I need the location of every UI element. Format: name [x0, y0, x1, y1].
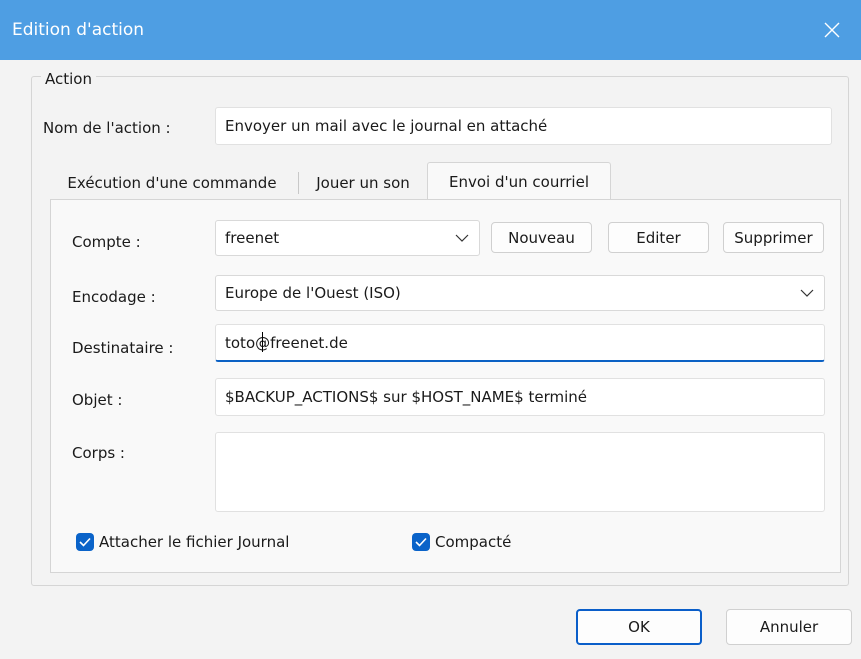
tab-command-label: Exécution d'une commande [67, 173, 277, 192]
dialog-body: Action Nom de l'action : Envoyer un mail… [0, 60, 861, 659]
new-account-button[interactable]: Nouveau [491, 222, 592, 253]
attach-log-label: Attacher le fichier Journal [99, 533, 290, 551]
account-select[interactable]: freenet [215, 220, 480, 256]
compressed-label: Compacté [435, 533, 512, 551]
attach-log-checkbox[interactable]: Attacher le fichier Journal [76, 533, 289, 551]
subject-input[interactable]: $BACKUP_ACTIONS$ sur $HOST_NAME$ terminé [215, 378, 825, 416]
delete-account-button[interactable]: Supprimer [723, 222, 824, 253]
encoding-select[interactable]: Europe de l'Ouest (ISO) [215, 275, 825, 311]
chevron-down-icon [455, 234, 469, 242]
action-group-legend: Action [41, 70, 96, 88]
cancel-button[interactable]: Annuler [726, 609, 852, 645]
title-bar: Edition d'action [0, 0, 861, 60]
checkmark-icon [415, 537, 427, 547]
tab-command[interactable]: Exécution d'une commande [52, 166, 292, 199]
window-title: Edition d'action [12, 20, 145, 40]
close-button[interactable] [803, 0, 861, 60]
tab-email[interactable]: Envoi d'un courriel [427, 162, 611, 200]
body-textarea[interactable] [215, 432, 825, 512]
tab-separator [298, 172, 299, 194]
tab-sound[interactable]: Jouer un son [302, 166, 424, 199]
recipient-value: toto@freenet.de [225, 333, 348, 352]
ok-button[interactable]: OK [576, 609, 702, 645]
recipient-label: Destinataire : [72, 339, 174, 357]
body-label: Corps : [72, 444, 125, 462]
recipient-input[interactable]: toto@freenet.de [215, 324, 825, 362]
subject-value: $BACKUP_ACTIONS$ sur $HOST_NAME$ terminé [225, 388, 587, 406]
checkmark-icon [79, 537, 91, 547]
ok-button-label: OK [628, 618, 650, 636]
delete-account-button-label: Supprimer [734, 228, 813, 247]
action-name-label: Nom de l'action : [43, 119, 171, 137]
new-account-button-label: Nouveau [508, 228, 575, 247]
account-value: freenet [225, 229, 280, 247]
encoding-value: Europe de l'Ouest (ISO) [225, 284, 401, 302]
tab-sound-label: Jouer un son [316, 173, 410, 192]
action-name-input[interactable]: Envoyer un mail avec le journal en attac… [215, 107, 832, 145]
subject-label: Objet : [72, 391, 123, 409]
edit-account-button-label: Editer [636, 228, 681, 247]
chevron-down-icon [800, 289, 814, 297]
action-name-value: Envoyer un mail avec le journal en attac… [225, 117, 548, 135]
close-icon [824, 22, 840, 38]
compressed-checkbox[interactable]: Compacté [412, 533, 511, 551]
account-label: Compte : [72, 233, 141, 251]
text-caret [262, 332, 263, 352]
checkbox-checked [76, 533, 94, 551]
tab-email-label: Envoi d'un courriel [449, 172, 589, 191]
cancel-button-label: Annuler [759, 618, 819, 636]
encoding-label: Encodage : [72, 288, 156, 306]
edit-account-button[interactable]: Editer [608, 222, 709, 253]
checkbox-checked [412, 533, 430, 551]
